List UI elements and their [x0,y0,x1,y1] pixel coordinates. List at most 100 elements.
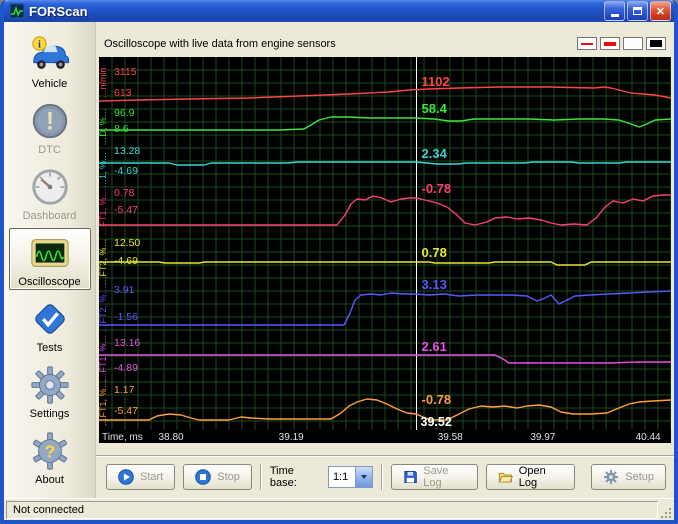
minimize-button[interactable] [604,1,625,21]
close-button[interactable]: ✕ [650,1,671,21]
svg-text:-0.78: -0.78 [422,392,452,407]
open-log-button-label: Open Log [518,465,546,489]
sidebar-item-tests[interactable]: Tests [9,294,91,356]
sidebar-item-label: Dashboard [22,209,77,222]
svg-text:13.28: 13.28 [114,145,140,157]
svg-text:1.17: 1.17 [114,384,135,396]
svg-text:39.97: 39.97 [530,432,555,443]
window-controls: ✕ [604,1,671,21]
statusbar: Not connected [4,498,674,520]
play-icon [118,469,134,485]
thin-red-line-icon [581,42,593,45]
svg-text:-4.69: -4.69 [114,255,138,267]
sidebar-item-label: Oscilloscope [18,275,81,288]
status-text: Not connected [6,500,658,519]
svg-text:-0.78: -0.78 [422,181,452,196]
svg-text:40.44: 40.44 [636,432,661,443]
oscilloscope-icon [28,231,72,275]
svg-text:…1, %…: …1, %… [99,152,108,188]
scope-toolbar: Start Stop Time base: 1:1 Save Log Open … [96,455,674,490]
setup-gear-icon [604,470,619,484]
open-log-button[interactable]: Open Log [486,464,576,490]
oscilloscope-canvas[interactable]: 3115 613 1102 …n/min 96.9 8.6 58.4 …D, %… 13.28 -… [99,57,671,443]
trace-style-buttons [577,37,666,50]
svg-text:-5.47: -5.47 [114,204,138,216]
close-icon: ✕ [655,5,666,18]
svg-text:?: ? [44,441,55,461]
svg-text:12.50: 12.50 [114,237,140,249]
app-icon [9,3,25,19]
save-log-button[interactable]: Save Log [390,464,479,490]
grip-dots-icon [661,507,671,518]
sidebar-item-label: About [35,473,64,486]
maximize-icon [633,7,642,15]
svg-text:13.16: 13.16 [114,337,140,349]
main-panel: Oscilloscope with live data from engine … [96,22,674,498]
svg-text:3115: 3115 [114,66,137,78]
svg-text:0.78: 0.78 [114,187,135,199]
svg-text:38.80: 38.80 [159,432,184,443]
thin-red-line-button[interactable] [577,37,597,50]
svg-text:96.9: 96.9 [114,107,135,119]
minimize-icon [610,14,619,17]
toolbar-separator [380,464,383,490]
titlebar[interactable]: FORScan ✕ [4,0,674,22]
sidebar-item-vehicle[interactable]: i Vehicle [9,30,91,92]
sidebar-item-settings[interactable]: Settings [9,360,91,422]
sidebar-item-oscilloscope[interactable]: Oscilloscope [8,228,91,290]
open-folder-icon [498,472,513,483]
sidebar-item-label: Vehicle [31,77,68,90]
svg-text:…FT2, %…: …FT2, %… [99,285,108,332]
svg-text:8.6: 8.6 [114,123,129,135]
svg-text:-4.89: -4.89 [114,362,138,374]
black-square-icon [650,40,662,47]
combo-dropdown-button[interactable] [354,467,372,487]
sidebar-item-label: Settings [29,407,70,420]
svg-text:613: 613 [114,87,132,99]
settings-gear-icon [28,363,72,407]
svg-text:…FT1, %…: …FT1, %… [99,334,108,381]
black-swatch-button[interactable] [646,37,666,50]
stop-button[interactable]: Stop [183,464,252,490]
svg-text:1102: 1102 [422,74,450,89]
save-disk-icon [403,471,417,483]
thick-red-line-icon [604,41,616,46]
resize-grip[interactable] [658,501,672,519]
time-base-select[interactable]: 1:1 [327,466,373,488]
svg-text:…FT2, %…: …FT2, %… [99,238,108,285]
svg-text:39.52: 39.52 [421,415,452,429]
toolbar-separator [259,464,262,490]
blank-swatch-button[interactable] [623,37,643,50]
svg-text:2.34: 2.34 [422,146,448,161]
dtc-icon: ! [28,99,72,143]
setup-button-label: Setup [625,471,654,483]
page-subtitle: Oscilloscope with live data from engine … [104,37,336,50]
svg-text:39.19: 39.19 [279,432,304,443]
sidebar-item-dtc[interactable]: ! DTC [9,96,91,158]
sidebar-item-about[interactable]: ? About [9,426,91,488]
setup-button[interactable]: Setup [591,464,666,490]
svg-text:!: ! [45,108,53,135]
chevron-down-icon [360,475,367,479]
svg-text:3.91: 3.91 [114,284,135,296]
stop-button-label: Stop [217,471,240,483]
svg-text:…FT1, %…: …FT1, %… [99,379,108,426]
start-button[interactable]: Start [106,464,176,490]
thick-red-line-button[interactable] [600,37,620,50]
sidebar-item-label: Tests [36,341,63,354]
maximize-button[interactable] [627,1,648,21]
svg-text:-1.56: -1.56 [114,311,138,323]
vehicle-icon: i [28,33,72,77]
svg-text:…D, %…: …D, %… [99,108,108,146]
dashboard-gauge-icon [28,165,72,209]
svg-text:Time, ms: Time, ms [102,432,143,443]
stop-icon [195,469,212,485]
forscan-window: FORScan ✕ i Vehicle ! DTC Dashboard Osci… [0,0,678,524]
sidebar-item-dashboard[interactable]: Dashboard [9,162,91,224]
svg-text:58.4: 58.4 [422,101,448,116]
svg-text:0.78: 0.78 [422,245,447,260]
svg-text:2.61: 2.61 [422,339,447,354]
tests-check-icon [28,297,72,341]
sidebar-item-label: DTC [38,143,61,156]
svg-text:3.13: 3.13 [422,277,447,292]
